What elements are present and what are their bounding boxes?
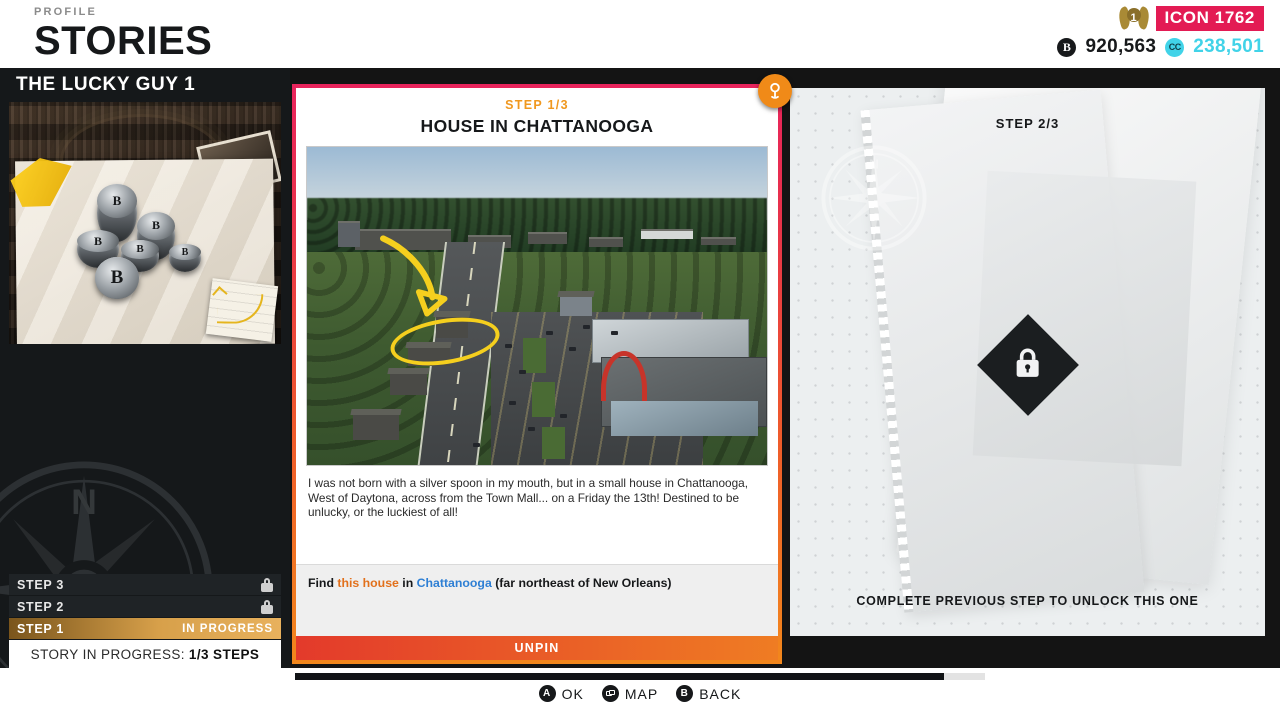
button-view-icon: [601, 685, 619, 702]
button-a-icon: A: [538, 685, 556, 702]
coin-glyph: B: [110, 267, 124, 288]
locked-message: COMPLETE PREVIOUS STEP TO UNLOCK THIS ON…: [856, 594, 1199, 608]
hint-place: Chattanooga: [416, 576, 492, 590]
prompt-ok[interactable]: A OK: [538, 685, 584, 702]
step-list-item-active[interactable]: STEP 1 IN PROGRESS: [9, 618, 281, 640]
prompt-label: OK: [561, 685, 584, 702]
step-photo: [306, 146, 768, 466]
active-step-card[interactable]: STEP 1/3 HOUSE IN CHATTANOOGA I was not …: [292, 84, 782, 664]
lock-icon: [261, 599, 273, 614]
story-title: THE LUCKY GUY 1: [16, 74, 196, 95]
compass-north-label: N: [71, 483, 97, 522]
step-label: STEP 2: [17, 599, 65, 614]
stories-screen: PROFILE STORIES 1 ICON 1762 B 920,563 CC…: [0, 0, 1280, 720]
player-hud: 1 ICON 1762 B 920,563 CC 238,501: [1057, 5, 1264, 60]
credits-icon: B: [1057, 37, 1077, 57]
step-label: STEP 3: [17, 577, 65, 592]
compass-watermark-icon: N: [820, 145, 927, 251]
progress-label: STORY IN PROGRESS:: [30, 646, 185, 662]
sticky-note: [205, 278, 279, 342]
step-list: STEP 3 STEP 2 STEP 1 IN PROGRESS STORY I…: [9, 574, 281, 668]
button-prompts: A OK MAP B BACK: [0, 685, 1280, 702]
car-collection-icon: CC: [1165, 37, 1185, 57]
step-title: HOUSE IN CHATTANOOGA: [420, 116, 654, 136]
story-summary-panel[interactable]: N THE LUCKY GUY 1 B B B B B B STEP 3 STE…: [0, 68, 290, 668]
top-header: PROFILE STORIES 1 ICON 1762 B 920,563 CC…: [0, 0, 1280, 68]
hint-prefix: Find: [308, 576, 338, 590]
map-pin-icon[interactable]: [758, 74, 792, 108]
locked-step-counter: STEP 2/3: [995, 116, 1060, 131]
hint-suffix: (far northeast of New Orleans): [491, 576, 672, 590]
story-progress: STORY IN PROGRESS: 1/3 STEPS: [9, 640, 281, 668]
step-list-item[interactable]: STEP 3: [9, 574, 281, 596]
step-description: I was not born with a silver spoon in my…: [308, 476, 748, 519]
horizontal-scrollbar[interactable]: [295, 673, 985, 680]
prompt-label: BACK: [699, 685, 742, 702]
laurel-level-badge: 1: [1115, 5, 1152, 31]
car-collection-amount: 238,501: [1193, 36, 1264, 57]
prompt-label: MAP: [624, 685, 659, 702]
hint-middle: in: [398, 576, 417, 590]
locked-step-panel[interactable]: N STEP 2/3 COMPLETE PREVIOUS STEP TO UNL…: [790, 88, 1265, 636]
prompt-map[interactable]: MAP: [601, 685, 659, 702]
coin-hero: B: [95, 257, 139, 299]
breadcrumb: PROFILE: [34, 6, 98, 18]
lock-icon: [261, 577, 273, 592]
compass-north-label: N: [869, 156, 879, 171]
step-status: IN PROGRESS: [182, 622, 273, 635]
step-label: STEP 1: [17, 621, 65, 636]
story-cover-image: B B B B B B: [9, 102, 281, 344]
hint-target: this house: [337, 576, 399, 590]
page-heading: PROFILE STORIES: [34, 6, 212, 62]
progress-value: 1/3 STEPS: [188, 646, 260, 662]
icon-rank-badge: ICON 1762: [1155, 5, 1264, 31]
credits-amount: 920,563: [1085, 36, 1157, 57]
scrollbar-thumb[interactable]: [295, 673, 944, 680]
annotation-arrow-icon: [379, 235, 448, 317]
level-number: 1: [1130, 12, 1137, 24]
button-b-icon: B: [676, 685, 694, 702]
prompt-back[interactable]: B BACK: [676, 685, 741, 702]
unpin-button[interactable]: UNPIN: [296, 636, 778, 660]
step-list-item[interactable]: STEP 2: [9, 596, 281, 618]
step-hint: Find this house in Chattanooga (far nort…: [296, 564, 778, 636]
step-counter: STEP 1/3: [505, 98, 569, 112]
coin-stack: B: [169, 244, 201, 272]
page-title: STORIES: [34, 19, 213, 63]
bottom-bar: A OK MAP B BACK: [0, 668, 1280, 720]
